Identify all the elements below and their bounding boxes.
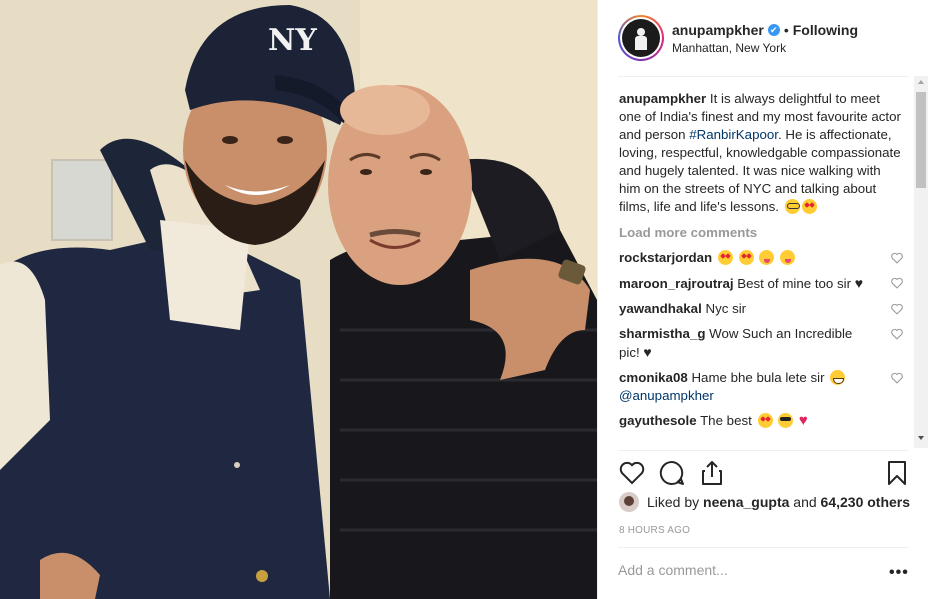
comment-text: The best	[700, 413, 752, 428]
post-header: anupampkher ✔ • Following Manhattan, New…	[598, 0, 930, 76]
comment-like-heart-icon[interactable]	[890, 277, 904, 289]
comment-username[interactable]: yawandhakal	[619, 301, 702, 316]
share-icon[interactable]	[698, 459, 726, 487]
grinning-face-emoji-icon	[830, 370, 846, 385]
comments-section: anupampkher It is always delightful to m…	[619, 90, 904, 448]
sunglasses-emoji-icon	[778, 413, 794, 428]
author-username[interactable]: anupampkher	[672, 22, 764, 38]
comment-username[interactable]: sharmistha_g	[619, 326, 705, 341]
star-struck-emoji-icon	[757, 413, 773, 428]
likes-prefix: Liked by	[647, 494, 700, 510]
scroll-down-arrow-icon[interactable]	[918, 436, 924, 440]
bookmark-icon[interactable]	[883, 459, 911, 487]
comment-item: cmonika08 Hame bhe bula lete sir @anupam…	[619, 369, 904, 405]
post-timestamp[interactable]: 8 HOURS AGO	[619, 525, 690, 536]
likes-and: and	[793, 494, 817, 510]
comment-username[interactable]: maroon_rajroutraj	[619, 276, 734, 291]
star-struck-emoji-icon	[801, 199, 817, 214]
comment-like-heart-icon[interactable]	[890, 372, 904, 384]
svg-text:NY: NY	[268, 23, 317, 58]
following-button[interactable]: Following	[793, 22, 858, 38]
add-comment-input[interactable]: Add a comment...	[618, 562, 728, 578]
comment-username[interactable]: cmonika08	[619, 370, 688, 385]
red-heart-emoji-icon	[799, 412, 812, 430]
scroll-up-arrow-icon[interactable]	[918, 80, 924, 84]
comment-box-divider	[618, 547, 908, 548]
star-struck-emoji-icon	[738, 250, 754, 265]
likes-summary: Liked by neena_gupta and 64,230 others	[619, 492, 910, 512]
liker-avatar[interactable]	[619, 492, 639, 512]
yum-face-emoji-icon	[779, 250, 795, 265]
comment-like-heart-icon[interactable]	[890, 303, 904, 315]
comment-like-heart-icon[interactable]	[890, 328, 904, 340]
instagram-post: NY anupampkher ✔ • Following Manhattan, …	[0, 0, 930, 599]
heart-outline-icon[interactable]	[618, 459, 646, 487]
caption-username[interactable]: anupampkher	[619, 91, 706, 106]
avatar-image	[622, 19, 660, 57]
star-struck-emoji-icon	[717, 250, 733, 265]
comment-text: Nyc sir	[705, 301, 747, 316]
comment-text: Hame bhe bula lete sir	[691, 370, 825, 385]
post-location[interactable]: Manhattan, New York	[672, 41, 858, 55]
post-photo[interactable]: NY	[0, 0, 597, 599]
verified-badge-icon: ✔	[767, 23, 780, 36]
black-heart-emoji-icon: ♥	[854, 275, 864, 291]
yum-face-emoji-icon	[759, 250, 775, 265]
caption-hashtag[interactable]: #RanbirKapoor	[689, 127, 778, 142]
post-side-panel: anupampkher ✔ • Following Manhattan, New…	[597, 0, 930, 599]
load-more-comments-button[interactable]: Load more comments	[619, 224, 904, 242]
comment-item: yawandhakal Nyc sir	[619, 300, 904, 318]
comment-item: gayuthesole The best	[619, 412, 904, 430]
scrollbar-thumb[interactable]	[916, 92, 926, 188]
comment-item: maroon_rajroutraj Best of mine too sir ♥	[619, 274, 904, 293]
header-text: anupampkher ✔ • Following Manhattan, New…	[672, 22, 858, 55]
post-actions	[618, 455, 918, 491]
black-heart-emoji-icon: ♥	[643, 344, 652, 360]
actions-divider	[618, 450, 908, 451]
comment-text: Best of mine too sir	[737, 276, 852, 291]
more-options-button[interactable]: •••	[889, 564, 909, 582]
nerd-face-emoji-icon	[784, 199, 800, 214]
header-divider	[618, 76, 908, 77]
post-caption: anupampkher It is always delightful to m…	[619, 90, 904, 216]
comment-icon[interactable]	[658, 459, 686, 487]
comment-mention[interactable]: @anupampkher	[619, 388, 714, 403]
liker-username[interactable]: neena_gupta	[703, 494, 789, 510]
comment-username[interactable]: rockstarjordan	[619, 250, 712, 265]
likes-count[interactable]: 64,230 others	[821, 494, 911, 510]
separator-dot: •	[783, 21, 789, 38]
avatar[interactable]	[618, 15, 664, 61]
photo-illustration: NY	[0, 0, 597, 599]
comment-item: sharmistha_g Wow Such an Incredible pic!…	[619, 325, 904, 362]
comment-like-heart-icon[interactable]	[890, 252, 904, 264]
comment-username[interactable]: gayuthesole	[619, 413, 697, 428]
comment-item: rockstarjordan	[619, 249, 904, 267]
